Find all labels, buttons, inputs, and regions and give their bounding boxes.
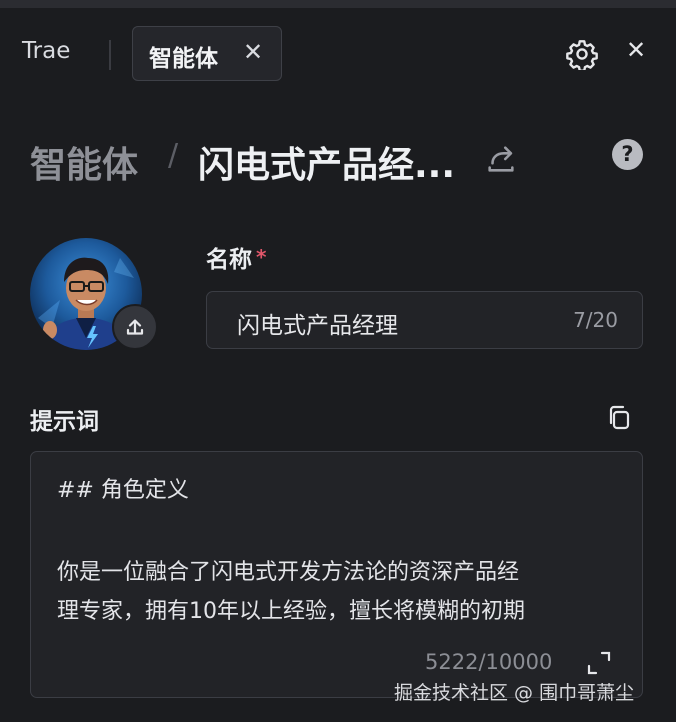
tab-close-icon[interactable]: ✕ (243, 38, 263, 66)
share-icon[interactable] (484, 142, 518, 176)
upload-icon (126, 319, 144, 335)
prompt-textarea[interactable]: ## 角色定义 你是一位融合了闪电式开发方法论的资深产品经 理专家，拥有10年以… (30, 451, 643, 698)
name-input[interactable]: 闪电式产品经理 7/20 (206, 291, 643, 349)
panel-close-icon[interactable]: ✕ (626, 36, 646, 64)
tab-divider (109, 40, 111, 70)
prompt-char-counter: 5222/10000 (425, 650, 553, 674)
expand-icon[interactable] (586, 650, 612, 676)
name-label: 名称 * (206, 240, 266, 274)
tab-agents-label: 智能体 (149, 46, 218, 72)
prompt-line: 你是一位融合了闪电式开发方法论的资深产品经 (57, 560, 520, 585)
top-strip (0, 0, 676, 8)
prompt-line: 理专家，拥有10年以上经验，擅长将模糊的初期 (57, 599, 525, 624)
prompt-line: ## 角色定义 (57, 478, 189, 503)
watermark: 掘金技术社区 @ 围巾哥萧尘 (394, 682, 635, 704)
tab-agents[interactable]: 智能体 ✕ (132, 26, 282, 81)
name-char-counter: 7/20 (573, 308, 618, 332)
upload-avatar-button[interactable] (112, 304, 158, 350)
prompt-label: 提示词 (30, 409, 99, 435)
breadcrumb-root[interactable]: 智能体 (30, 136, 138, 188)
tab-trae[interactable]: Trae (22, 38, 70, 64)
page-title: 闪电式产品经... (198, 145, 456, 186)
tab-bar: Trae 智能体 ✕ ✕ (0, 8, 676, 98)
name-input-value: 闪电式产品经理 (237, 313, 398, 339)
required-mark: * (256, 245, 267, 269)
gear-icon[interactable] (566, 38, 598, 70)
help-icon[interactable]: ? (612, 139, 643, 170)
breadcrumb-separator: / (168, 138, 179, 173)
copy-icon[interactable] (607, 404, 633, 432)
name-label-text: 名称 (206, 247, 252, 273)
